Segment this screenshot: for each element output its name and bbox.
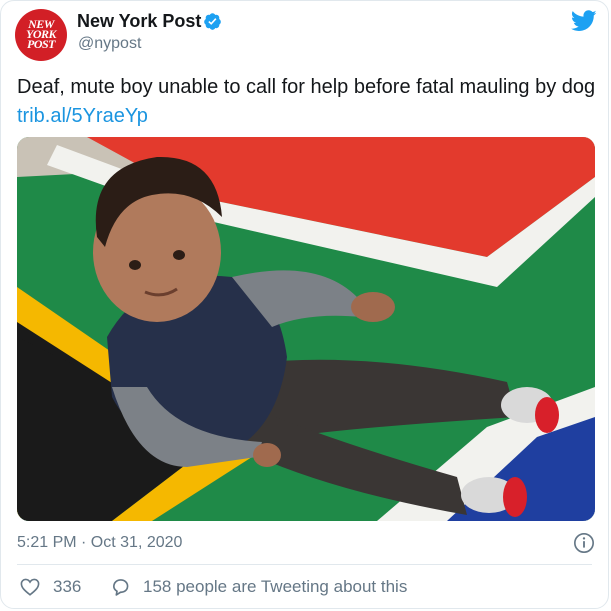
account-handle[interactable]: @nypost: [78, 35, 141, 53]
twitter-bird-icon[interactable]: [571, 10, 597, 32]
tweet-timestamp[interactable]: 5:21 PM · Oct 31, 2020: [17, 534, 182, 552]
avatar[interactable]: NEW YORK POST: [15, 9, 67, 61]
conversation-link[interactable]: 158 people are Tweeting about this: [143, 577, 407, 597]
divider: [17, 564, 592, 565]
logo-line-3: POST: [27, 37, 56, 51]
heart-icon[interactable]: [20, 578, 40, 596]
tweet-photo[interactable]: [17, 137, 595, 521]
display-name[interactable]: New York Post: [77, 11, 201, 32]
tweet-text: Deaf, mute boy unable to call for help b…: [17, 73, 597, 131]
photo-illustration: [17, 137, 595, 521]
info-icon[interactable]: [573, 532, 595, 554]
tweet-body: Deaf, mute boy unable to call for help b…: [17, 76, 596, 98]
verified-badge-icon: [204, 13, 221, 30]
like-count[interactable]: 336: [53, 577, 81, 597]
reply-bubble-icon[interactable]: [110, 577, 131, 597]
tweet-card: NEW YORK POST New York Post @nypost Deaf…: [0, 0, 609, 609]
tweet-link[interactable]: trib.al/5YraeYp: [17, 105, 148, 127]
